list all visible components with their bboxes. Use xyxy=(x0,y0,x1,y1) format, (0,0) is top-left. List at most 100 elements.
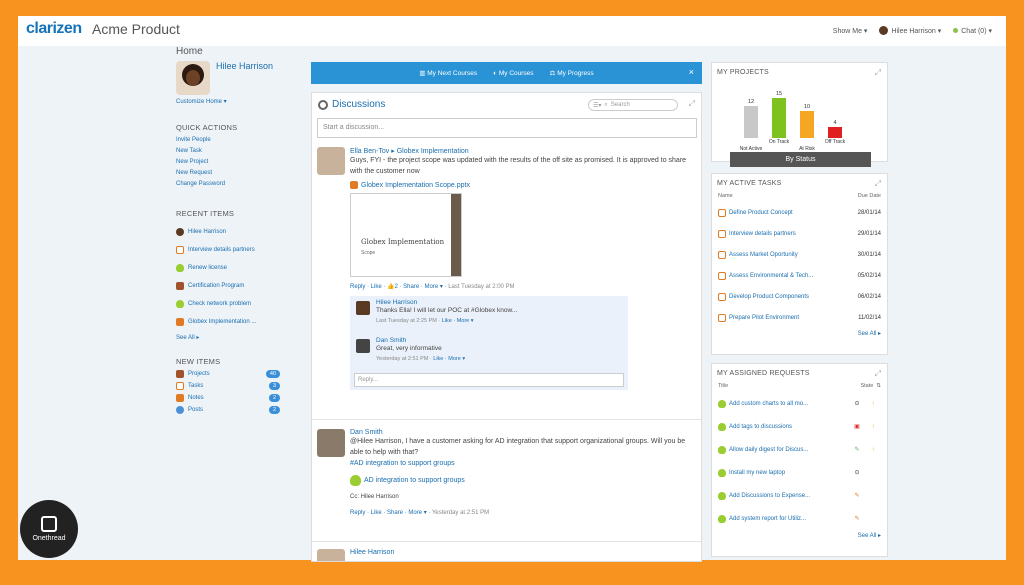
gear-icon[interactable] xyxy=(318,99,328,110)
post-hashtag[interactable]: #AD integration to support groups xyxy=(350,458,690,469)
recent-item[interactable]: Hilee Harrison xyxy=(176,228,296,236)
table-row[interactable]: Add system report for Utiliz... ✎ xyxy=(712,507,887,530)
post-author[interactable]: Ella Ben-Tov ▸ Globex Implementation xyxy=(350,147,690,155)
attachment-preview[interactable]: Globex Implementation Scope xyxy=(350,193,462,277)
requests-see-all-link[interactable]: See All ▸ xyxy=(712,530,887,545)
request-name[interactable]: Add system report for Utiliz... xyxy=(729,516,806,522)
author-avatar[interactable] xyxy=(317,147,345,175)
invite-people-link[interactable]: Invite People xyxy=(176,137,296,143)
search-input[interactable]: ☰▾ ⌕ Search xyxy=(588,99,678,111)
linked-request[interactable]: AD integration to support groups xyxy=(350,475,690,486)
reply-actions[interactable]: Like · More ▾ xyxy=(433,356,465,362)
table-row[interactable]: Define Product Concept 28/01/14 xyxy=(712,202,887,223)
customize-home-link[interactable]: Customize Home ▾ xyxy=(176,98,296,105)
new-request-link[interactable]: New Request xyxy=(176,170,296,176)
task-name[interactable]: Interview details partners xyxy=(729,231,796,237)
expand-icon[interactable]: ⤢ xyxy=(875,369,881,379)
expand-icon[interactable]: ⤢ xyxy=(875,179,881,189)
onethread-logo-icon xyxy=(41,516,57,532)
request-name[interactable]: Allow daily digest for Discus... xyxy=(729,447,808,453)
post-author[interactable]: Dan Smith xyxy=(350,429,690,436)
profile-name[interactable]: Hilee Harrison xyxy=(216,61,273,95)
expand-icon[interactable]: ⤢ xyxy=(875,68,881,78)
table-header: Title State ⇅ xyxy=(712,383,887,389)
task-name[interactable]: Prepare Pilot Environment xyxy=(729,315,799,321)
table-row[interactable]: Assess Market Oportunity 30/01/14 xyxy=(712,244,887,265)
bar-off-track[interactable] xyxy=(828,127,842,138)
product-name: Acme Product xyxy=(92,21,180,37)
post-actions-links[interactable]: Reply · Like · 👍2 · Share · More ▾ · xyxy=(350,284,448,290)
col-state[interactable]: State xyxy=(860,383,873,389)
chat-menu[interactable]: Chat (0) ▾ xyxy=(953,26,992,35)
request-name[interactable]: Add custom charts to all mo... xyxy=(729,401,808,407)
recent-item[interactable]: Check network problem xyxy=(176,300,296,308)
tasks-see-all-link[interactable]: See All ▸ xyxy=(712,328,887,343)
recent-item[interactable]: Globex Implementation ... xyxy=(176,318,296,326)
reply-actions[interactable]: Like · More ▾ xyxy=(442,318,474,324)
recent-item[interactable]: Interview details partners xyxy=(176,246,296,254)
col-due-date[interactable]: Due Date xyxy=(858,193,881,199)
by-status-tab[interactable]: By Status xyxy=(730,152,871,167)
reply-avatar[interactable] xyxy=(356,301,370,315)
projects-chart[interactable]: 12 Not Active 15 On Track 10 At Risk 4 Off Trac… xyxy=(730,82,869,152)
recent-item[interactable]: Renew license xyxy=(176,264,296,272)
show-me-menu[interactable]: Show Me ▾ xyxy=(833,26,868,35)
note-icon xyxy=(176,394,184,402)
start-discussion-input[interactable]: Start a discussion... xyxy=(317,118,697,138)
post-actions[interactable]: Reply · Like · Share · More ▾ · Yesterda… xyxy=(350,509,690,516)
task-name[interactable]: Assess Market Oportunity xyxy=(729,252,798,258)
state-icon: ⊙ xyxy=(854,401,860,407)
bar-on-track[interactable] xyxy=(772,98,786,138)
task-name[interactable]: Develop Product Components xyxy=(729,294,809,300)
reply-input[interactable]: Reply... xyxy=(354,373,624,387)
sort-icon[interactable]: ⇅ xyxy=(876,383,881,389)
attachment-link[interactable]: Globex Implementation Scope.pptx xyxy=(350,181,690,189)
request-name[interactable]: Install my new laptop xyxy=(729,470,785,476)
request-name[interactable]: Add Discussions to Expense... xyxy=(729,493,810,499)
request-name[interactable]: Add tags to discussions xyxy=(729,424,792,430)
table-row[interactable]: Allow daily digest for Discus... ✎ ↑ xyxy=(712,438,887,461)
author-avatar[interactable] xyxy=(317,549,345,561)
bar-not-active[interactable] xyxy=(744,106,758,138)
new-item-projects[interactable]: Projects 40 xyxy=(176,370,280,378)
clarizen-logo[interactable]: clarizen xyxy=(26,20,82,38)
bar-at-risk[interactable] xyxy=(800,111,814,138)
col-name[interactable]: Name xyxy=(718,193,733,199)
recent-see-all-link[interactable]: See All ▸ xyxy=(176,334,296,341)
post-actions[interactable]: Reply · Like · 👍2 · Share · More ▾ · Las… xyxy=(350,283,690,290)
table-row[interactable]: Add tags to discussions ▣ ↑ xyxy=(712,415,887,438)
filter-icon[interactable]: ☰▾ xyxy=(593,102,601,109)
col-title[interactable]: Title xyxy=(718,383,728,389)
task-name[interactable]: Define Product Concept xyxy=(729,210,793,216)
change-password-link[interactable]: Change Password xyxy=(176,181,296,187)
table-row[interactable]: Assess Environmental & Tech... 05/02/14 xyxy=(712,265,887,286)
my-progress-link[interactable]: ⚖ My Progress xyxy=(550,69,594,77)
close-icon[interactable]: × xyxy=(689,67,694,77)
table-row[interactable]: Prepare Pilot Environment 11/02/14 xyxy=(712,307,887,328)
author-avatar[interactable] xyxy=(317,429,345,457)
new-item-notes[interactable]: Notes 2 xyxy=(176,394,280,402)
new-task-link[interactable]: New Task xyxy=(176,148,296,154)
table-row[interactable]: Add Discussions to Expense... ✎ xyxy=(712,484,887,507)
table-row[interactable]: Add custom charts to all mo... ⊙ ↑ xyxy=(712,392,887,415)
new-project-link[interactable]: New Project xyxy=(176,159,296,165)
replies: Hilee Harrison Thanks Ella! I will let o… xyxy=(350,296,628,390)
expand-icon[interactable]: ⤢ xyxy=(689,99,695,109)
table-row[interactable]: Install my new laptop ⊙ xyxy=(712,461,887,484)
profile-photo[interactable] xyxy=(176,61,210,95)
new-item-posts[interactable]: Posts 2 xyxy=(176,406,280,414)
table-row[interactable]: Interview details partners 29/01/14 xyxy=(712,223,887,244)
reply-author[interactable]: Hilee Harrison xyxy=(376,299,624,306)
recent-item[interactable]: Certification Program xyxy=(176,282,296,290)
requests-table: Add custom charts to all mo... ⊙ ↑ Add tag… xyxy=(712,392,887,530)
reply-author[interactable]: Dan Smith xyxy=(376,337,624,344)
post-author[interactable]: Hilee Harrison xyxy=(350,549,690,556)
reply-avatar[interactable] xyxy=(356,339,370,353)
my-courses-link[interactable]: ◐ My Courses xyxy=(493,70,533,77)
post-actions-links[interactable]: Reply · Like · Share · More ▾ · xyxy=(350,510,432,516)
task-name[interactable]: Assess Environmental & Tech... xyxy=(729,273,813,279)
new-item-tasks[interactable]: Tasks 3 xyxy=(176,382,280,390)
table-row[interactable]: Develop Product Components 06/02/14 xyxy=(712,286,887,307)
user-menu[interactable]: Hilee Harrison ▾ xyxy=(879,26,941,35)
next-courses-link[interactable]: ▥ My Next Courses xyxy=(419,69,477,77)
